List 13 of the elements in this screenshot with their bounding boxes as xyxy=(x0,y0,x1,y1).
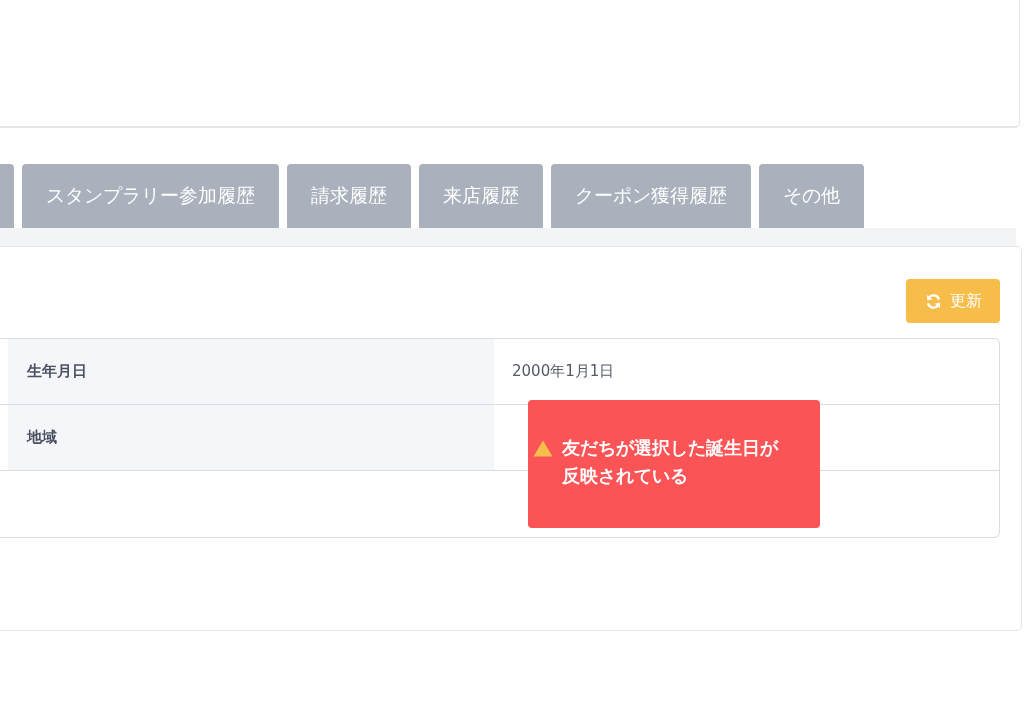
table-header-cell: 生年月日 xyxy=(27,362,87,381)
tab[interactable]: 請求履歴 xyxy=(287,164,411,228)
tab[interactable]: 来店履歴 xyxy=(419,164,543,228)
table-cell: 2000年1月1日 xyxy=(512,362,615,381)
refresh-icon xyxy=(924,292,942,310)
tab[interactable]: スタンプラリー参加履歴 xyxy=(22,164,279,228)
tab[interactable]: その他 xyxy=(759,164,864,228)
tab[interactable] xyxy=(0,164,14,228)
warning-icon xyxy=(533,440,553,457)
table-header-cell: 地域 xyxy=(27,428,57,447)
refresh-button[interactable]: 更新 xyxy=(906,279,1000,323)
tab[interactable]: クーポン獲得履歴 xyxy=(551,164,751,228)
annotation-text: 友だちが選択した誕生日が反映されている xyxy=(562,437,780,488)
